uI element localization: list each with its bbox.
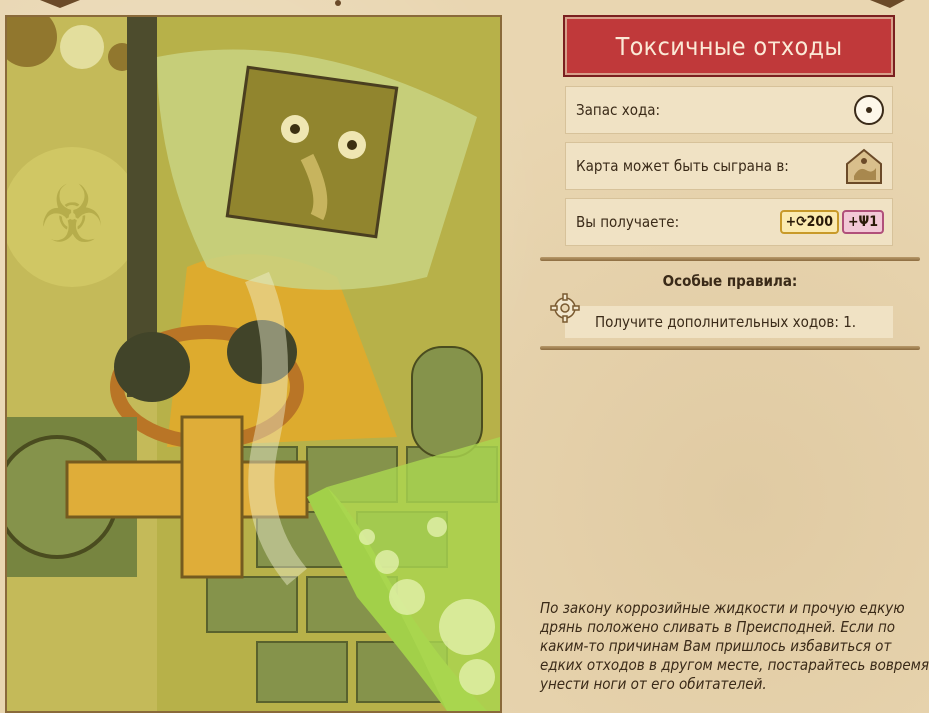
top-ornament <box>40 0 905 8</box>
gear-icon <box>550 293 580 323</box>
gold-reward-chip: +⟳200 <box>779 210 839 234</box>
card-title: Токсичные отходы <box>563 15 895 77</box>
playable-label: Карта может быть сыграна в: <box>576 157 789 175</box>
divider-top <box>540 257 920 261</box>
special-rules-title: Особые правила: <box>662 272 798 290</box>
reward-row: Вы получаете: +⟳200 +Ψ1 <box>565 198 893 246</box>
dot-circle-icon <box>854 95 884 125</box>
reward-chips: +⟳200 +Ψ1 <box>779 210 884 234</box>
special-rule-text: Получите дополнительных ходов: 1. <box>595 313 857 331</box>
reward-label: Вы получаете: <box>576 213 680 231</box>
special-rule-row: Получите дополнительных ходов: 1. <box>565 306 893 338</box>
playable-row: Карта может быть сыграна в: <box>565 142 893 190</box>
move-label: Запас хода: <box>576 101 661 119</box>
pink-reward-chip: +Ψ1 <box>841 210 884 234</box>
move-row: Запас хода: <box>565 86 893 134</box>
card-artwork: ☣ <box>5 15 502 713</box>
flavor-text: По закону коррозийные жидкости и прочую … <box>540 599 929 693</box>
house-icon <box>846 148 882 184</box>
divider-bottom <box>540 346 920 350</box>
